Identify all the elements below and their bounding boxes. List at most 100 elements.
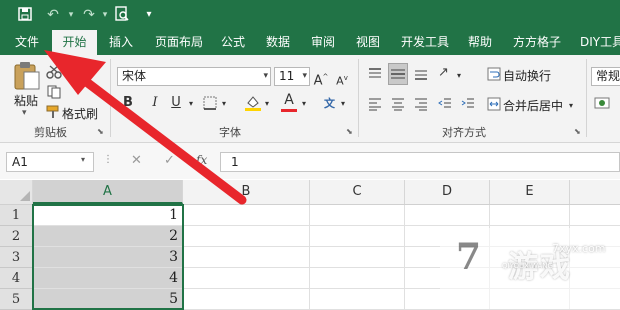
cell-b3[interactable]	[183, 247, 310, 268]
row-header-5[interactable]: 5	[0, 289, 32, 310]
column-header-b[interactable]: B	[183, 180, 310, 204]
align-center-icon[interactable]	[391, 97, 405, 114]
cell-a1[interactable]: 1	[33, 205, 183, 226]
align-right-icon[interactable]	[414, 97, 428, 114]
fill-color-dropdown-icon[interactable]: ▾	[262, 95, 272, 113]
copy-icon[interactable]	[46, 85, 62, 102]
row-header-1[interactable]: 1	[0, 205, 32, 226]
increase-font-size-icon[interactable]: A^	[313, 68, 329, 90]
font-size-box[interactable]: 11 ▾	[274, 67, 310, 86]
italic-button[interactable]: I	[147, 94, 163, 112]
tab-file[interactable]: 文件	[9, 30, 45, 55]
format-painter-label[interactable]: 格式刷	[62, 105, 98, 122]
cell-b5[interactable]	[183, 289, 310, 310]
align-bottom-icon[interactable]	[414, 67, 428, 84]
accounting-format-icon[interactable]	[594, 95, 612, 114]
paste-icon[interactable]	[12, 61, 40, 94]
tab-fangfang-gezi[interactable]: 方方格子	[507, 30, 567, 55]
align-left-icon[interactable]	[368, 97, 382, 114]
undo-dropdown-icon[interactable]: ▾	[62, 6, 80, 24]
cell-c5[interactable]	[310, 289, 405, 310]
orientation-icon[interactable]: ↗	[438, 65, 449, 80]
phonetic-dropdown-icon[interactable]: ▾	[338, 95, 348, 113]
cell-b2[interactable]	[183, 226, 310, 247]
number-format-box[interactable]: 常规	[591, 67, 620, 86]
alignment-launcher-icon[interactable]: ⬊	[574, 127, 581, 136]
cell-c2[interactable]	[310, 226, 405, 247]
cell-b4[interactable]	[183, 268, 310, 289]
insert-function-button[interactable]: fx	[196, 153, 207, 167]
borders-icon[interactable]	[203, 96, 217, 113]
cell-a2[interactable]: 2	[33, 226, 183, 247]
customize-toolbar-icon[interactable]: ▾	[140, 6, 158, 24]
row-header-4[interactable]: 4	[0, 268, 32, 289]
cancel-entry-button[interactable]: ✕	[131, 153, 142, 168]
paste-dropdown-icon[interactable]: ▾	[22, 108, 27, 118]
cell-c3[interactable]	[310, 247, 405, 268]
tab-diy-tools[interactable]: DIY工具	[574, 30, 620, 55]
tab-help[interactable]: 帮助	[462, 30, 498, 55]
cut-icon[interactable]	[46, 65, 62, 82]
cell-c4[interactable]	[310, 268, 405, 289]
bold-button[interactable]: B	[120, 94, 136, 112]
formula-input[interactable]: 1	[220, 152, 620, 172]
name-box[interactable]: A1 ▾	[6, 152, 94, 172]
orientation-dropdown-icon[interactable]: ▾	[454, 67, 464, 85]
enter-entry-button[interactable]: ✓	[164, 153, 175, 168]
decrease-indent-icon[interactable]	[438, 97, 452, 114]
tab-page-layout[interactable]: 页面布局	[149, 30, 209, 55]
wrap-text-icon[interactable]	[487, 67, 501, 84]
paste-label[interactable]: 粘贴	[14, 92, 38, 109]
underline-dropdown-icon[interactable]: ▾	[186, 95, 196, 113]
cell-a3[interactable]: 3	[33, 247, 183, 268]
column-header-e[interactable]: E	[490, 180, 570, 204]
merge-center-dropdown-icon[interactable]: ▾	[566, 97, 576, 115]
increase-indent-icon[interactable]	[461, 97, 475, 114]
save-icon[interactable]	[16, 6, 34, 24]
font-name-dropdown-icon[interactable]: ▾	[263, 68, 268, 85]
cell-f1[interactable]	[570, 205, 620, 226]
decrease-font-size-icon[interactable]: Av	[334, 69, 350, 91]
font-launcher-icon[interactable]: ⬊	[346, 127, 353, 136]
undo-icon[interactable]: ↶	[44, 6, 62, 24]
wrap-text-label[interactable]: 自动换行	[503, 67, 551, 84]
tab-formulas[interactable]: 公式	[215, 30, 251, 55]
merge-center-label[interactable]: 合并后居中	[503, 97, 563, 114]
font-color-dropdown-icon[interactable]: ▾	[299, 95, 309, 113]
align-top-icon[interactable]	[368, 67, 382, 84]
tab-developer[interactable]: 开发工具	[395, 30, 455, 55]
cell-e1[interactable]	[490, 205, 570, 226]
column-header-d[interactable]: D	[405, 180, 490, 204]
column-header-a[interactable]: A	[33, 180, 183, 204]
select-all-button[interactable]	[0, 180, 33, 204]
row-header-2[interactable]: 2	[0, 226, 32, 247]
clipboard-launcher-icon[interactable]: ⬊	[97, 127, 104, 136]
tab-data[interactable]: 数据	[260, 30, 296, 55]
name-box-dropdown-icon[interactable]: ▾	[81, 155, 85, 164]
align-middle-button[interactable]	[388, 63, 408, 85]
redo-dropdown-icon[interactable]: ▾	[96, 6, 114, 24]
cell-d1[interactable]	[405, 205, 490, 226]
tab-insert[interactable]: 插入	[103, 30, 139, 55]
cell-a5[interactable]: 5	[33, 289, 183, 310]
merge-center-icon[interactable]	[487, 97, 501, 114]
phonetic-icon[interactable]: 文	[324, 95, 335, 111]
fill-color-icon[interactable]	[244, 94, 262, 115]
cell-b1[interactable]	[183, 205, 310, 226]
row-header-3[interactable]: 3	[0, 247, 32, 268]
cell-a4[interactable]: 4	[33, 268, 183, 289]
cell-c1[interactable]	[310, 205, 405, 226]
borders-dropdown-icon[interactable]: ▾	[219, 95, 229, 113]
column-header-c[interactable]: C	[310, 180, 405, 204]
formula-bar-resize-icon[interactable]: ⋮	[103, 154, 113, 165]
column-header-f[interactable]: F	[570, 180, 620, 204]
font-name-box[interactable]: 宋体 ▾	[117, 67, 271, 86]
print-preview-icon[interactable]	[113, 6, 131, 24]
tab-review[interactable]: 审阅	[305, 30, 341, 55]
underline-button[interactable]: U	[168, 94, 184, 112]
tab-view[interactable]: 视图	[350, 30, 386, 55]
font-color-button[interactable]: A	[281, 92, 297, 112]
font-size-dropdown-icon[interactable]: ▾	[302, 68, 307, 85]
format-painter-icon[interactable]	[46, 105, 60, 122]
tab-home[interactable]: 开始	[52, 30, 97, 55]
